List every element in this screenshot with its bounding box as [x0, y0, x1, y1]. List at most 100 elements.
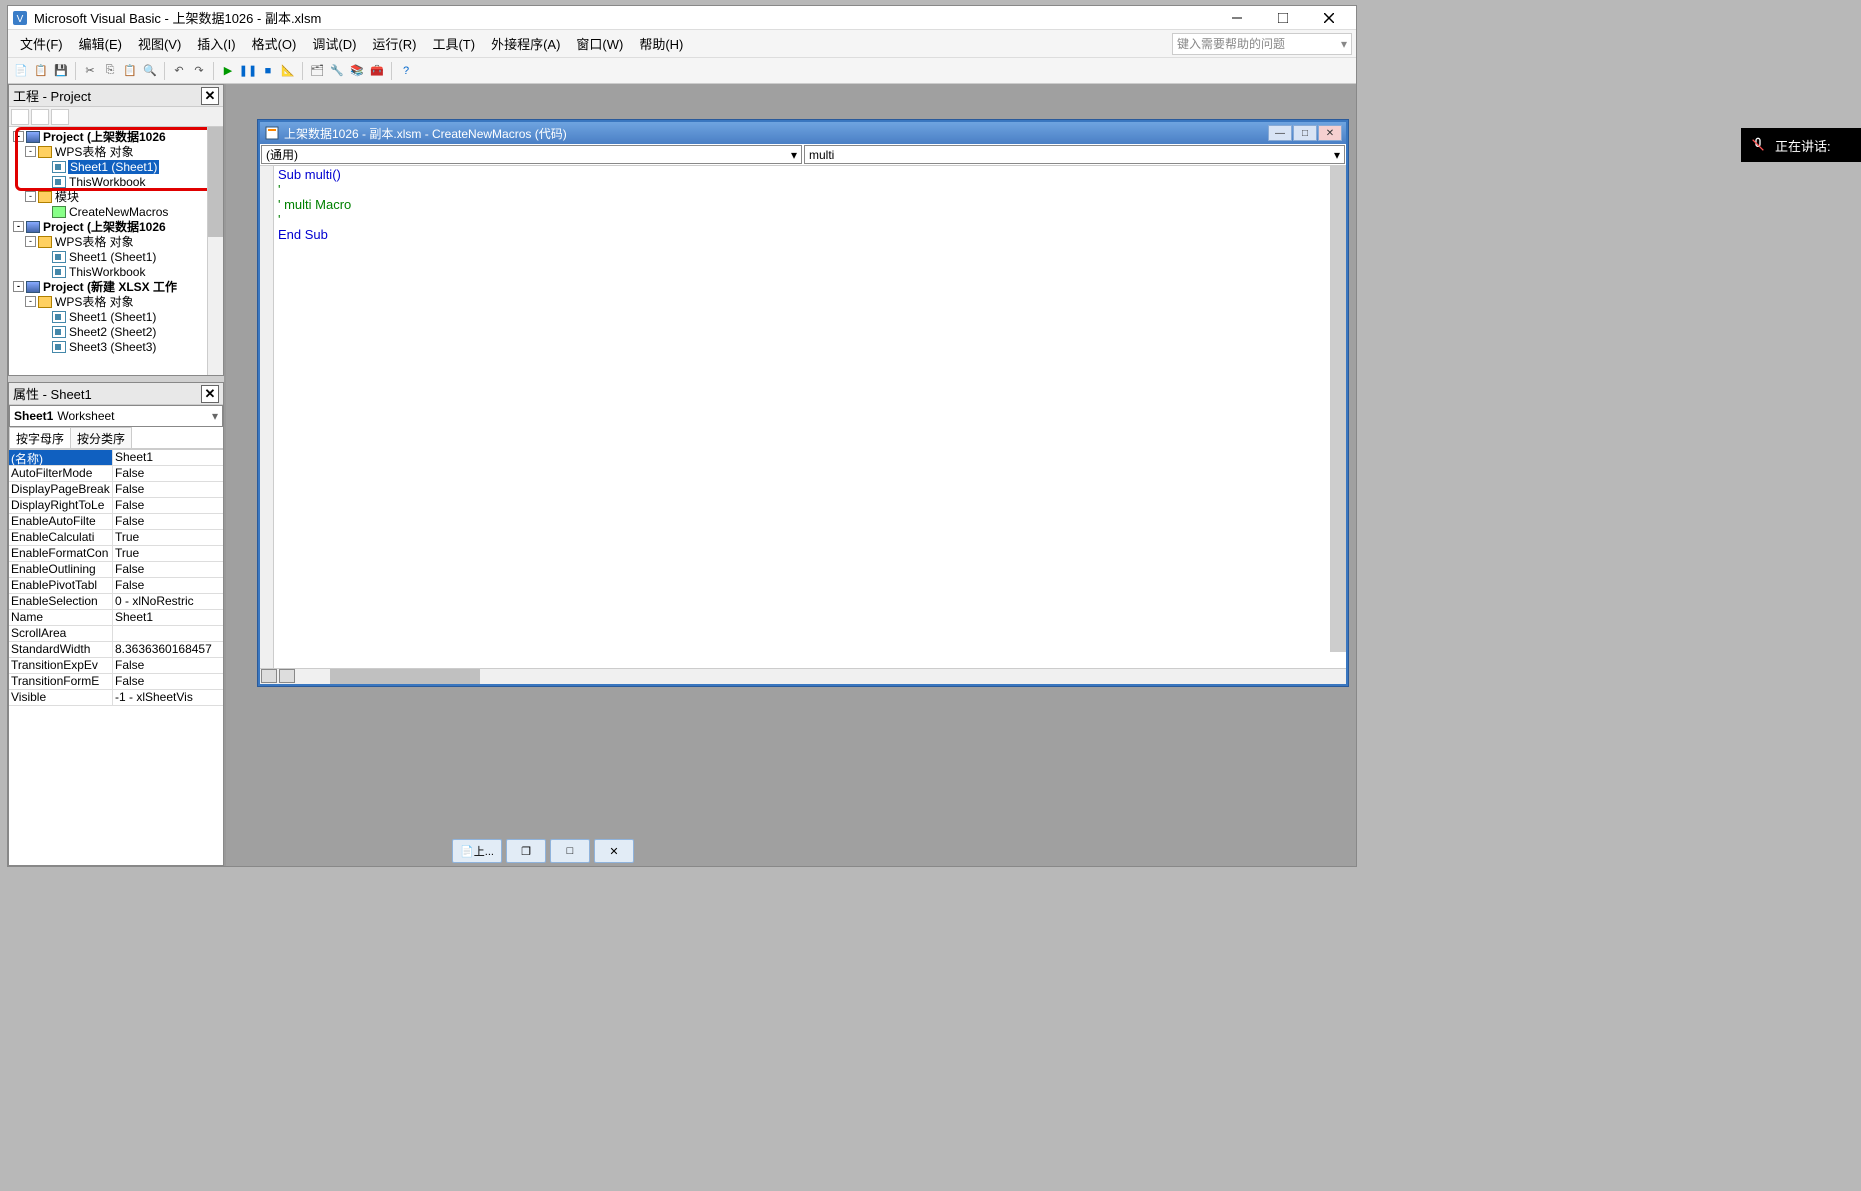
close-button[interactable]: [1306, 6, 1352, 30]
properties-object-selector[interactable]: Sheet1 Worksheet ▾: [9, 405, 223, 427]
property-row[interactable]: EnableFormatConTrue: [9, 546, 223, 562]
help-icon[interactable]: ?: [397, 62, 415, 80]
tree-item[interactable]: -模块: [11, 189, 221, 204]
tree-expand-icon[interactable]: -: [25, 236, 36, 247]
view-object-button[interactable]: [31, 109, 49, 125]
tree-item[interactable]: Sheet1 (Sheet1): [11, 249, 221, 264]
tree-expand-icon[interactable]: -: [13, 281, 24, 292]
reset-icon[interactable]: ■: [259, 62, 277, 80]
tree-item[interactable]: -Project (上架数据1026: [11, 129, 221, 144]
property-value[interactable]: False: [113, 674, 223, 689]
code-vertical-scrollbar[interactable]: [1330, 166, 1346, 652]
menu-view[interactable]: 视图(V): [130, 30, 189, 57]
toolbox-icon[interactable]: 🧰: [368, 62, 386, 80]
property-row[interactable]: EnableOutliningFalse: [9, 562, 223, 578]
insert-icon[interactable]: 📋: [32, 62, 50, 80]
object-browser-icon[interactable]: 📚: [348, 62, 366, 80]
paste-icon[interactable]: 📋: [121, 62, 139, 80]
tree-expand-icon[interactable]: -: [13, 131, 24, 142]
tree-item[interactable]: CreateNewMacros: [11, 204, 221, 219]
menu-file[interactable]: 文件(F): [12, 30, 71, 57]
tree-item[interactable]: -Project (新建 XLSX 工作: [11, 279, 221, 294]
property-value[interactable]: Sheet1: [113, 450, 223, 465]
help-search-box[interactable]: 键入需要帮助的问题 ▾: [1172, 33, 1352, 55]
property-row[interactable]: EnableCalculatiTrue: [9, 530, 223, 546]
property-row[interactable]: EnablePivotTablFalse: [9, 578, 223, 594]
menu-window[interactable]: 窗口(W): [568, 30, 631, 57]
procedure-dropdown[interactable]: multi ▾: [804, 145, 1345, 164]
view-code-button[interactable]: [11, 109, 29, 125]
property-value[interactable]: False: [113, 578, 223, 593]
properties-grid[interactable]: (名称)Sheet1AutoFilterModeFalseDisplayPage…: [9, 449, 223, 865]
menu-tools[interactable]: 工具(T): [424, 30, 483, 57]
design-mode-icon[interactable]: 📐: [279, 62, 297, 80]
property-row[interactable]: DisplayRightToLeFalse: [9, 498, 223, 514]
code-window-maximize-button[interactable]: □: [1293, 125, 1317, 141]
property-value[interactable]: 8.3636360168457: [113, 642, 223, 657]
mdi-restore-button[interactable]: ❐: [506, 839, 546, 863]
code-horizontal-scrollbar[interactable]: [300, 669, 1346, 684]
procedure-view-button[interactable]: [261, 669, 277, 683]
tree-expand-icon[interactable]: -: [25, 191, 36, 202]
code-window-title-bar[interactable]: 上架数据1026 - 副本.xlsm - CreateNewMacros (代码…: [260, 122, 1346, 144]
minimize-button[interactable]: [1214, 6, 1260, 30]
tab-categorized[interactable]: 按分类序: [70, 427, 132, 448]
tree-expand-icon[interactable]: -: [13, 221, 24, 232]
tree-item[interactable]: Sheet1 (Sheet1): [11, 159, 221, 174]
property-row[interactable]: ScrollArea: [9, 626, 223, 642]
property-value[interactable]: -1 - xlSheetVis: [113, 690, 223, 705]
redo-icon[interactable]: ↷: [190, 62, 208, 80]
menu-run[interactable]: 运行(R): [364, 30, 424, 57]
property-row[interactable]: StandardWidth8.3636360168457: [9, 642, 223, 658]
mdi-close-button[interactable]: ✕: [594, 839, 634, 863]
project-tree-scrollbar[interactable]: [207, 127, 223, 375]
property-row[interactable]: NameSheet1: [9, 610, 223, 626]
menu-edit[interactable]: 编辑(E): [71, 30, 130, 57]
find-icon[interactable]: 🔍: [141, 62, 159, 80]
property-value[interactable]: True: [113, 530, 223, 545]
property-value[interactable]: False: [113, 514, 223, 529]
code-window-minimize-button[interactable]: —: [1268, 125, 1292, 141]
property-row[interactable]: (名称)Sheet1: [9, 450, 223, 466]
tree-expand-icon[interactable]: -: [25, 146, 36, 157]
tree-item[interactable]: ThisWorkbook: [11, 174, 221, 189]
maximize-button[interactable]: [1260, 6, 1306, 30]
mdi-maximize-button[interactable]: □: [550, 839, 590, 863]
break-icon[interactable]: ❚❚: [239, 62, 257, 80]
property-row[interactable]: TransitionExpEvFalse: [9, 658, 223, 674]
property-value[interactable]: True: [113, 546, 223, 561]
property-row[interactable]: DisplayPageBreakFalse: [9, 482, 223, 498]
tree-item[interactable]: -WPS表格 对象: [11, 234, 221, 249]
tree-item[interactable]: -Project (上架数据1026: [11, 219, 221, 234]
property-value[interactable]: False: [113, 498, 223, 513]
toggle-folders-button[interactable]: [51, 109, 69, 125]
menu-format[interactable]: 格式(O): [244, 30, 305, 57]
property-value[interactable]: False: [113, 466, 223, 481]
property-value[interactable]: 0 - xlNoRestric: [113, 594, 223, 609]
view-code-icon[interactable]: 📄: [12, 62, 30, 80]
mdi-task-item[interactable]: 📄 上...: [452, 839, 502, 863]
menu-debug[interactable]: 调试(D): [304, 30, 364, 57]
tree-expand-icon[interactable]: -: [25, 296, 36, 307]
property-row[interactable]: TransitionFormEFalse: [9, 674, 223, 690]
tree-item[interactable]: Sheet3 (Sheet3): [11, 339, 221, 354]
property-row[interactable]: EnableSelection0 - xlNoRestric: [9, 594, 223, 610]
properties-panel-close-button[interactable]: ✕: [201, 385, 219, 403]
menu-help[interactable]: 帮助(H): [631, 30, 691, 57]
save-icon[interactable]: 💾: [52, 62, 70, 80]
code-editor[interactable]: Sub multi() ' ' multi Macro ' End Sub: [274, 166, 1346, 668]
project-panel-close-button[interactable]: ✕: [201, 87, 219, 105]
property-row[interactable]: Visible-1 - xlSheetVis: [9, 690, 223, 706]
property-row[interactable]: AutoFilterModeFalse: [9, 466, 223, 482]
cut-icon[interactable]: ✂: [81, 62, 99, 80]
tree-item[interactable]: ThisWorkbook: [11, 264, 221, 279]
copy-icon[interactable]: ⎘: [101, 62, 119, 80]
property-value[interactable]: [113, 626, 223, 641]
project-tree[interactable]: -Project (上架数据1026-WPS表格 对象Sheet1 (Sheet…: [9, 127, 223, 375]
tree-item[interactable]: -WPS表格 对象: [11, 294, 221, 309]
property-value[interactable]: False: [113, 562, 223, 577]
undo-icon[interactable]: ↶: [170, 62, 188, 80]
full-module-view-button[interactable]: [279, 669, 295, 683]
run-icon[interactable]: ▶: [219, 62, 237, 80]
menu-insert[interactable]: 插入(I): [189, 30, 243, 57]
